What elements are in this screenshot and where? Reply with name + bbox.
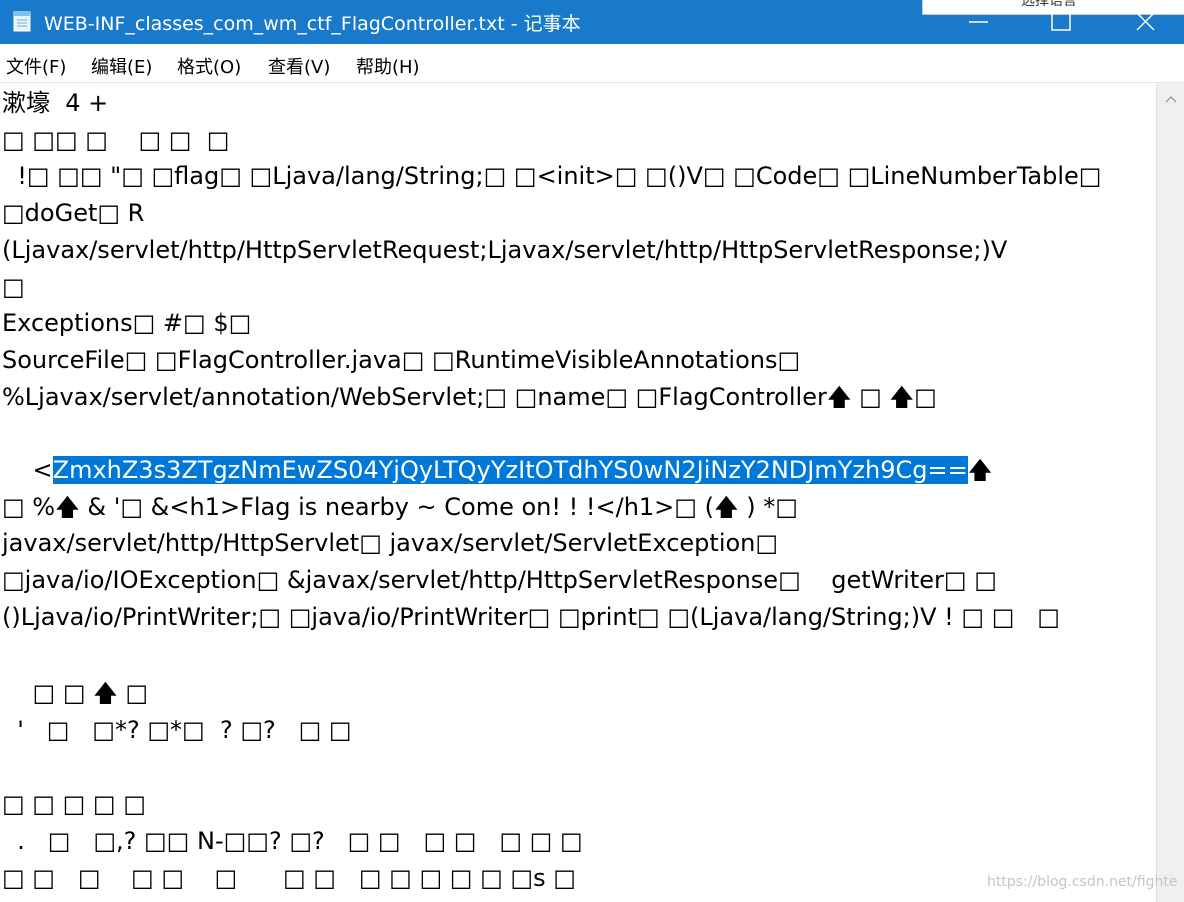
selected-text-line: <ZmxhZ3s3ZTgzNmEwZS04YjQyLTQyYzItOTdhYS0… — [2, 416, 992, 484]
scroll-up-arrow-icon[interactable] — [1163, 93, 1179, 105]
text-line: (Ljavax/servlet/http/HttpServletRequest;… — [2, 236, 1008, 264]
maximize-icon — [1051, 12, 1071, 31]
minimize-icon — [969, 21, 988, 23]
text-line: SourceFile□ □FlagController.java□ □Runti… — [2, 346, 801, 374]
menu-format[interactable]: 格式(O) — [177, 53, 241, 79]
minimize-button[interactable] — [950, 0, 1008, 44]
text-line: . □ □,? □□ N-□□? □? □ □ □ □ □ □ □ — [2, 827, 583, 855]
notepad-icon — [13, 11, 31, 32]
text-line: □ □ 🡅 □ — [2, 679, 149, 707]
text-line: Exceptions□ #□ $□ — [2, 309, 252, 337]
text-line: %Ljavax/servlet/annotation/WebServlet;□ … — [2, 383, 937, 411]
window-title: WEB-INF_classes_com_wm_ctf_FlagControlle… — [44, 13, 581, 35]
text-line: □ □ □ □ □ — [2, 790, 146, 818]
text-line: □ □ □ □ □ □ □ □ □ □ □ □ □ □s □ — [2, 864, 576, 892]
text-line: ' □ □*? □*□ ? □? □ □ — [2, 716, 352, 744]
menu-bar: 文件(F) 编辑(E) 格式(O) 查看(V) 帮助(H) — [0, 44, 1184, 83]
menu-file[interactable]: 文件(F) — [6, 53, 66, 79]
close-icon — [1136, 12, 1155, 31]
text-line: □java/io/IOException□ &javax/servlet/htt… — [2, 566, 997, 594]
text-line: □ — [2, 273, 25, 301]
line-suffix: 🡅 — [967, 456, 993, 484]
menu-edit[interactable]: 编辑(E) — [91, 53, 152, 79]
text-line: 漱壕 4 + — [2, 89, 109, 117]
watermark: https://blog.csdn.net/fighte — [987, 874, 1178, 890]
text-line: javax/servlet/http/HttpServlet□ javax/se… — [2, 529, 779, 557]
selected-text[interactable]: ZmxhZ3s3ZTgzNmEwZS04YjQyLTQyYzItOTdhYS0w… — [52, 456, 968, 484]
text-line: ()Ljava/io/PrintWriter;□ □java/io/PrintW… — [2, 603, 1060, 631]
text-line: □ □□ □ □ □ □ — [2, 126, 230, 154]
text-line: □ %🡅 & '□ &<h1>Flag is nearby ~ Come on!… — [2, 493, 798, 521]
close-button[interactable] — [1116, 0, 1174, 44]
maximize-button[interactable] — [1032, 0, 1090, 44]
menu-help[interactable]: 帮助(H) — [356, 53, 420, 79]
menu-view[interactable]: 查看(V) — [268, 53, 330, 79]
text-line: !□ □□ "□ □flag□ □Ljava/lang/String;□ □<i… — [2, 162, 1102, 190]
vertical-scrollbar[interactable] — [1156, 83, 1184, 902]
title-bar[interactable]: WEB-INF_classes_com_wm_ctf_FlagControlle… — [0, 0, 1184, 44]
line-prefix: < — [32, 456, 53, 484]
text-line: □doGet□ R — [2, 199, 145, 227]
text-editor[interactable]: 漱壕 4 + □ □□ □ □ □ □ !□ □□ "□ □flag□ □Lja… — [0, 83, 1156, 902]
